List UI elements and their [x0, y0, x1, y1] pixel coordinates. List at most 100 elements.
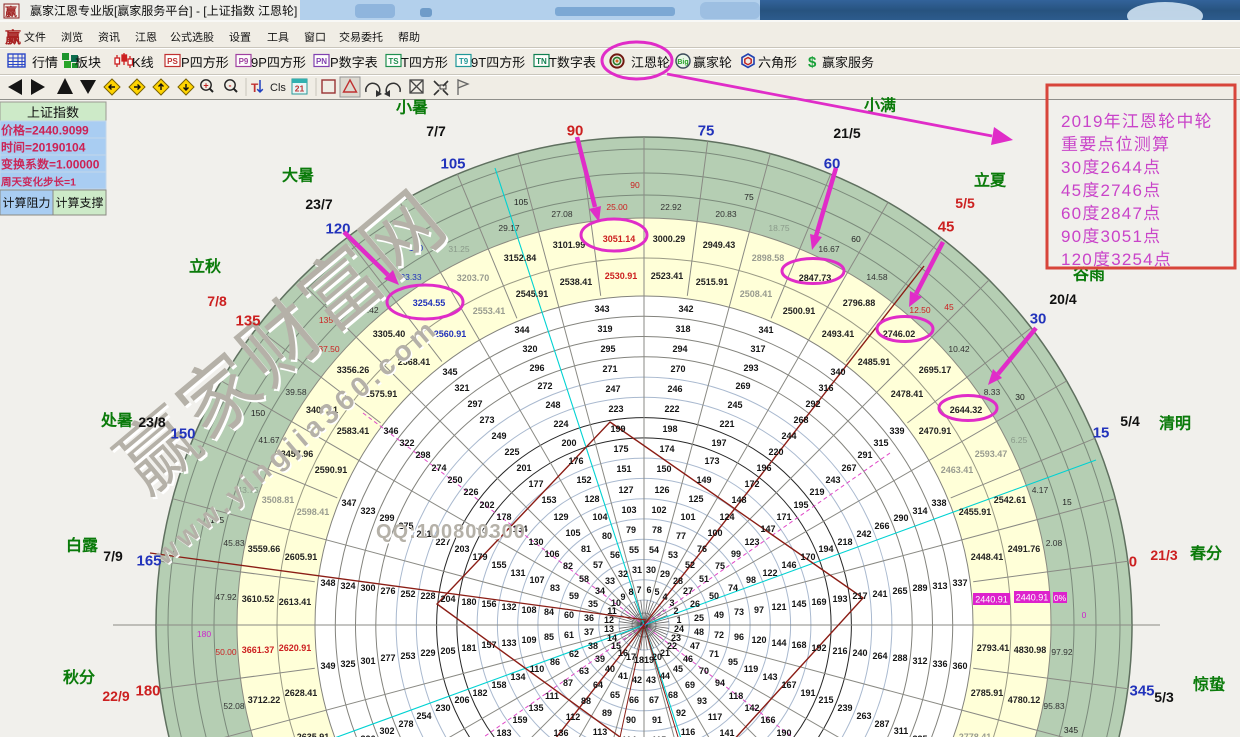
svg-text:202: 202 [479, 500, 494, 510]
svg-text:194: 194 [818, 544, 833, 554]
svg-text:98: 98 [746, 575, 756, 585]
svg-text:50: 50 [709, 591, 719, 601]
svg-text:250: 250 [447, 475, 462, 485]
svg-text:63: 63 [579, 666, 589, 676]
svg-text:245: 245 [727, 400, 742, 410]
svg-text:88: 88 [581, 696, 591, 706]
svg-text:2523.41: 2523.41 [651, 271, 684, 281]
svg-text:265: 265 [892, 586, 907, 596]
svg-text:P9: P9 [239, 57, 249, 66]
svg-text:37: 37 [584, 627, 594, 637]
svg-text:242: 242 [856, 529, 871, 539]
svg-text:83: 83 [550, 583, 560, 593]
svg-text:198: 198 [662, 424, 677, 434]
svg-text:113: 113 [593, 727, 608, 737]
svg-text:297: 297 [467, 399, 482, 409]
svg-text:90: 90 [630, 180, 640, 190]
svg-text:60: 60 [824, 155, 841, 172]
svg-text:47: 47 [690, 641, 700, 651]
svg-text:T9: T9 [459, 57, 469, 66]
svg-text:129: 129 [553, 512, 568, 522]
svg-text:23/8: 23/8 [138, 414, 165, 430]
svg-text:3661.37: 3661.37 [242, 645, 275, 655]
svg-text:57: 57 [593, 560, 603, 570]
svg-text:155: 155 [491, 560, 506, 570]
svg-text:90: 90 [567, 122, 584, 139]
svg-text:41: 41 [618, 671, 628, 681]
svg-text:=1: =1 [64, 177, 76, 189]
svg-text:150: 150 [251, 408, 265, 418]
svg-text:121: 121 [771, 602, 786, 612]
svg-text:344: 344 [514, 325, 529, 335]
svg-text:15: 15 [1062, 497, 1072, 507]
svg-text:0: 0 [1129, 553, 1137, 570]
svg-text:QQ:100800300: QQ:100800300 [376, 521, 526, 543]
svg-text:21/5: 21/5 [833, 125, 860, 141]
svg-text:288: 288 [892, 653, 907, 663]
svg-text:347: 347 [341, 498, 356, 508]
svg-text:45: 45 [938, 218, 955, 235]
svg-text:204: 204 [440, 594, 455, 604]
svg-text:195: 195 [793, 500, 808, 510]
svg-text:223: 223 [608, 404, 623, 414]
svg-text:108: 108 [521, 605, 536, 615]
svg-text:25: 25 [694, 613, 704, 623]
svg-text:3152.84: 3152.84 [504, 253, 537, 263]
svg-text:296: 296 [529, 363, 544, 373]
svg-text:5: 5 [654, 587, 659, 597]
svg-text:133: 133 [501, 638, 516, 648]
svg-text:191: 191 [800, 688, 815, 698]
svg-text:69: 69 [685, 680, 695, 690]
svg-text:18.75: 18.75 [768, 223, 790, 233]
svg-text:152: 152 [576, 475, 591, 485]
svg-text:2785.91: 2785.91 [971, 688, 1004, 698]
svg-text:156: 156 [481, 599, 496, 609]
svg-text:206: 206 [454, 695, 469, 705]
svg-text:71: 71 [709, 649, 719, 659]
svg-text:36: 36 [584, 613, 594, 623]
svg-text:39: 39 [595, 654, 605, 664]
svg-text:7/8: 7/8 [207, 293, 227, 309]
svg-text:2478.41: 2478.41 [891, 389, 924, 399]
svg-text:29: 29 [660, 569, 670, 579]
svg-text:271: 271 [602, 364, 617, 374]
svg-text:166: 166 [760, 715, 775, 725]
svg-text:2949.43: 2949.43 [703, 240, 736, 250]
svg-text:6: 6 [646, 585, 651, 595]
svg-text:8: 8 [628, 587, 633, 597]
svg-text:170: 170 [800, 552, 815, 562]
svg-text:220: 220 [768, 447, 783, 457]
svg-text:276: 276 [380, 586, 395, 596]
svg-text:97.92: 97.92 [1051, 647, 1073, 657]
svg-text:267: 267 [841, 463, 856, 473]
svg-text:2898.58: 2898.58 [752, 253, 785, 263]
svg-text:183: 183 [496, 728, 511, 737]
svg-text:174: 174 [659, 444, 674, 454]
svg-text:80: 80 [602, 531, 612, 541]
svg-text:12.50: 12.50 [909, 305, 931, 315]
svg-text:22/9: 22/9 [102, 688, 129, 704]
svg-text:90: 90 [1061, 227, 1082, 246]
svg-text:2019: 2019 [1061, 112, 1104, 131]
svg-text:316: 316 [818, 383, 833, 393]
svg-text:343: 343 [594, 304, 609, 314]
svg-text:135: 135 [236, 312, 261, 329]
svg-text:9T: 9T [471, 55, 486, 70]
svg-text:50.00: 50.00 [215, 647, 237, 657]
svg-text:278: 278 [398, 719, 413, 729]
svg-text:0: 0 [1082, 610, 1087, 620]
svg-text:222: 222 [664, 404, 679, 414]
svg-text:T: T [401, 55, 409, 70]
svg-text:342: 342 [678, 304, 693, 314]
svg-text:31: 31 [632, 565, 642, 575]
svg-text:324: 324 [340, 581, 355, 591]
svg-text:244: 244 [781, 431, 796, 441]
svg-text:35: 35 [588, 599, 598, 609]
svg-text:75: 75 [744, 192, 754, 202]
svg-text:30: 30 [646, 565, 656, 575]
svg-text:3559.66: 3559.66 [248, 544, 281, 554]
svg-text:51: 51 [699, 574, 709, 584]
svg-text:84: 84 [544, 607, 554, 617]
svg-text:125: 125 [688, 494, 703, 504]
svg-text:124: 124 [719, 512, 734, 522]
